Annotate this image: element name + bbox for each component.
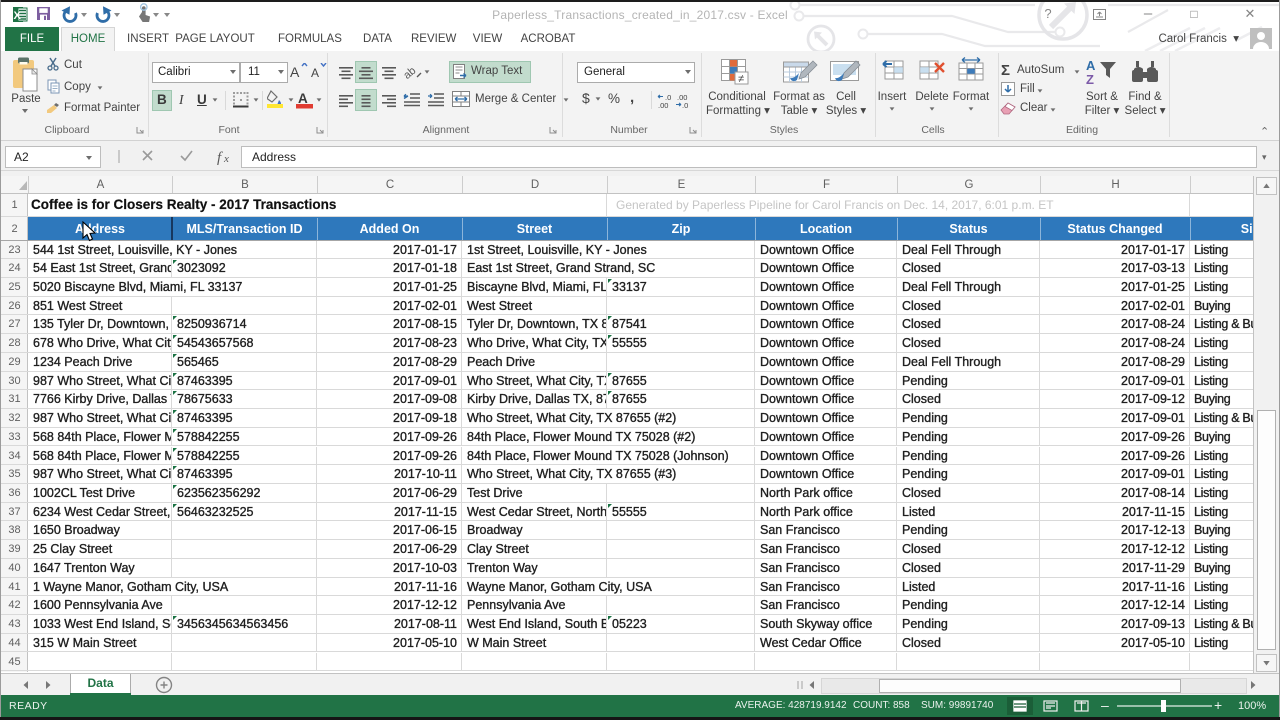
svg-text:x: x [223,153,229,165]
svg-text:ab: ab [404,65,418,81]
svg-text:.00: .00 [658,101,668,109]
svg-text:A: A [290,64,300,80]
svg-text:Z: Z [1086,72,1094,86]
svg-text:f: f [217,150,223,166]
svg-text:≠: ≠ [738,73,744,85]
svg-text:.0: .0 [682,101,688,109]
svg-text:A: A [1086,58,1096,73]
svg-text:A: A [311,66,319,80]
